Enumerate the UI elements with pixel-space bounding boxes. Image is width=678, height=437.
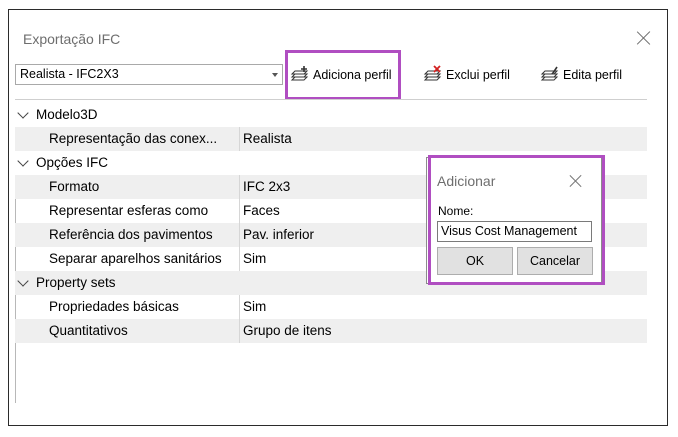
toolbar-divider: [15, 99, 647, 100]
dialog-title: Adicionar: [437, 173, 496, 189]
profile-selected-value: Realista - IFC2X3: [20, 67, 119, 81]
property-name: Formato: [15, 175, 240, 199]
category-label: Modelo3D: [36, 107, 98, 122]
category-label: Property sets: [36, 275, 116, 290]
close-icon[interactable]: [636, 30, 652, 46]
property-value[interactable]: Sim: [240, 295, 266, 319]
profile-dropdown[interactable]: Realista - IFC2X3: [15, 64, 283, 85]
add-profile-label: Adiciona perfil: [313, 68, 392, 82]
property-row[interactable]: Propriedades básicas Sim: [15, 295, 647, 319]
add-profile-dialog: Adicionar Nome: Visus Cost Management OK…: [426, 157, 602, 284]
delete-profile-label: Exclui perfil: [446, 68, 510, 82]
chevron-down-icon[interactable]: [17, 155, 29, 167]
chevron-down-icon[interactable]: [17, 275, 29, 287]
chevron-down-icon: [272, 73, 278, 77]
property-row[interactable]: Quantitativos Grupo de itens: [15, 319, 647, 343]
close-icon[interactable]: [569, 174, 583, 188]
edit-profile-label: Edita perfil: [563, 68, 623, 82]
ok-button[interactable]: OK: [437, 247, 513, 275]
edit-profile-icon: [540, 66, 559, 81]
property-name: Quantitativos: [15, 319, 240, 343]
property-name: Representar esferas como: [15, 199, 240, 223]
cancel-button[interactable]: Cancelar: [517, 247, 593, 275]
property-name: Referência dos pavimentos: [15, 223, 240, 247]
property-value[interactable]: Faces: [240, 199, 280, 223]
category-label: Opções IFC: [36, 155, 109, 170]
property-value[interactable]: Grupo de itens: [240, 319, 332, 343]
window-title: Exportação IFC: [23, 31, 121, 47]
name-field-label: Nome:: [438, 204, 474, 218]
add-profile-icon: [290, 66, 309, 81]
property-name: Representação das conex...: [15, 127, 240, 151]
delete-profile-button[interactable]: Exclui perfil: [423, 64, 510, 86]
title-bar: Exportação IFC: [9, 10, 667, 66]
add-profile-button[interactable]: Adiciona perfil: [290, 64, 392, 86]
property-name: Separar aparelhos sanitários: [15, 247, 240, 271]
property-value[interactable]: Pav. inferior: [240, 223, 314, 247]
name-input[interactable]: Visus Cost Management: [437, 221, 592, 242]
property-name: Propriedades básicas: [15, 295, 240, 319]
category-modelo3d[interactable]: Modelo3D: [15, 103, 647, 127]
property-value[interactable]: Sim: [240, 247, 266, 271]
chevron-down-icon[interactable]: [17, 107, 29, 119]
edit-profile-button[interactable]: Edita perfil: [540, 64, 622, 86]
property-value[interactable]: IFC 2x3: [240, 175, 290, 199]
property-value[interactable]: Realista: [240, 127, 292, 151]
property-row[interactable]: Representação das conex... Realista: [15, 127, 647, 151]
delete-profile-icon: [423, 65, 442, 81]
